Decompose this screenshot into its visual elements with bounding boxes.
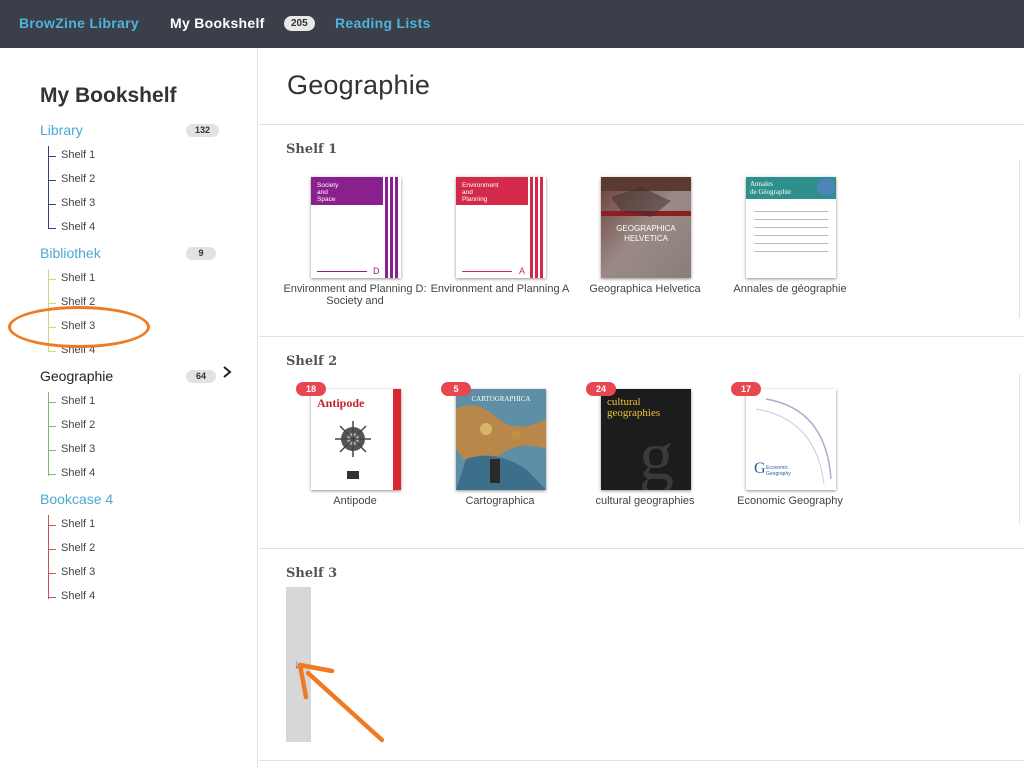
- journal-title: Geographica Helvetica: [589, 283, 701, 295]
- sidebar-title: My Bookshelf: [40, 84, 177, 107]
- tree-line-geographie: [48, 392, 49, 476]
- svg-text:Geography: Geography: [766, 471, 791, 477]
- shelf-label: Shelf 4: [61, 344, 96, 356]
- shelf-label: Shelf 3: [61, 443, 96, 455]
- shelf-label: Shelf 1: [61, 149, 96, 161]
- svg-text:G: G: [754, 460, 766, 477]
- nav-browzine-library[interactable]: BrowZine Library: [19, 15, 139, 31]
- unread-count-badge: 17: [731, 382, 761, 396]
- shelf-right-edge: [1019, 374, 1020, 524]
- journal-title: Environment and Planning A: [430, 283, 570, 295]
- shelf-label: Shelf 1: [61, 395, 96, 407]
- journal-cover: CARTOGRAPHICA: [456, 389, 546, 490]
- tree-line-library: [48, 146, 49, 228]
- shelf-2-label: Shelf 2: [286, 354, 338, 369]
- svg-text:Society: Society: [317, 182, 339, 189]
- svg-text:Planning: Planning: [462, 196, 488, 203]
- nav-reading-lists[interactable]: Reading Lists: [335, 15, 431, 31]
- svg-text:D: D: [373, 266, 380, 276]
- journal-title: Antipode: [333, 495, 377, 507]
- top-nav: BrowZine Library My Bookshelf 205 Readin…: [0, 0, 1024, 48]
- bookcase-bibliothek-count: 9: [186, 247, 216, 260]
- divider: [259, 336, 1024, 337]
- unread-count-badge: 24: [586, 382, 616, 396]
- bookcase-library[interactable]: Library: [40, 122, 83, 138]
- svg-text:Annales: Annales: [750, 180, 773, 188]
- shelf-label: Shelf 3: [61, 320, 96, 332]
- svg-text:Environment: Environment: [462, 182, 499, 189]
- page-title: Geographie: [287, 70, 431, 100]
- shelf-label: Shelf 1: [61, 518, 96, 530]
- bookcase-geographie[interactable]: Geographie: [40, 368, 113, 384]
- shelf-label: Shelf 2: [61, 173, 96, 185]
- svg-text:GEOGRAPHICA: GEOGRAPHICA: [616, 224, 676, 233]
- shelf-label: Shelf 2: [61, 419, 96, 431]
- bookshelf-count-badge: 205: [284, 16, 315, 31]
- divider: [259, 548, 1024, 549]
- svg-text:and: and: [317, 189, 328, 196]
- journal-title: cultural geographies: [595, 495, 695, 507]
- arrow-down-icon: ↓: [294, 657, 300, 671]
- shelf-3-label: Shelf 3: [286, 566, 338, 581]
- divider: [259, 760, 1024, 761]
- unread-count-badge: 18: [296, 382, 326, 396]
- bookcase-library-count: 132: [186, 124, 220, 137]
- chevron-right-icon[interactable]: [221, 365, 233, 379]
- journal-cover: G Economic Geography: [746, 389, 836, 490]
- journal-cover: GEOGRAPHICA HELVETICA: [601, 177, 691, 278]
- shelf-label: Shelf 3: [61, 566, 96, 578]
- journal-title: Annales de géographie: [733, 283, 847, 295]
- main-content: Geographie Shelf 1 Society and Space D E…: [259, 48, 1024, 768]
- journal-title: Cartographica: [465, 495, 535, 507]
- shelf-label: Shelf 1: [61, 272, 96, 284]
- shelf-1-label: Shelf 1: [286, 142, 338, 157]
- shelf-label: Shelf 3: [61, 197, 96, 209]
- shelf-right-edge: [1019, 160, 1020, 318]
- bookcase-4[interactable]: Bookcase 4: [40, 491, 113, 507]
- journal-cover: Antipode: [311, 389, 401, 490]
- svg-text:de Géographie: de Géographie: [750, 188, 791, 196]
- svg-text:g: g: [639, 418, 674, 490]
- tree-line-bookcase-4: [48, 515, 49, 599]
- shelf-label: Shelf 4: [61, 467, 96, 479]
- journal-cover: Society and Space D: [311, 177, 401, 278]
- journal-cover: cultural geographies g: [601, 389, 691, 490]
- unread-count-badge: 5: [441, 382, 471, 396]
- journal-cover: Environment and Planning A: [456, 177, 546, 278]
- svg-text:CARTOGRAPHICA: CARTOGRAPHICA: [472, 395, 531, 403]
- tree-line-bibliothek: [48, 269, 49, 351]
- shelf-label: Shelf 2: [61, 296, 96, 308]
- svg-text:Antipode: Antipode: [317, 396, 365, 410]
- svg-text:A: A: [519, 266, 525, 276]
- shelf-label: Shelf 4: [61, 590, 96, 602]
- shelf-label: Shelf 4: [61, 221, 96, 233]
- svg-text:Space: Space: [317, 196, 336, 203]
- svg-text:HELVETICA: HELVETICA: [624, 234, 669, 243]
- journal-title: Economic Geography: [737, 495, 843, 507]
- sidebar: My Bookshelf Library 132 Shelf 1 Shelf 2…: [0, 48, 258, 768]
- bookcase-geographie-count: 64: [186, 370, 216, 383]
- shelf-drop-zone[interactable]: ↓: [286, 587, 311, 742]
- journal-title: Environment and Planning D: Society and: [283, 283, 427, 307]
- bookcase-bibliothek[interactable]: Bibliothek: [40, 245, 101, 261]
- shelf-label: Shelf 2: [61, 542, 96, 554]
- divider: [259, 124, 1024, 125]
- journal-cover: Annales de Géographie: [746, 177, 836, 278]
- nav-my-bookshelf[interactable]: My Bookshelf: [170, 15, 265, 31]
- svg-text:and: and: [462, 189, 473, 196]
